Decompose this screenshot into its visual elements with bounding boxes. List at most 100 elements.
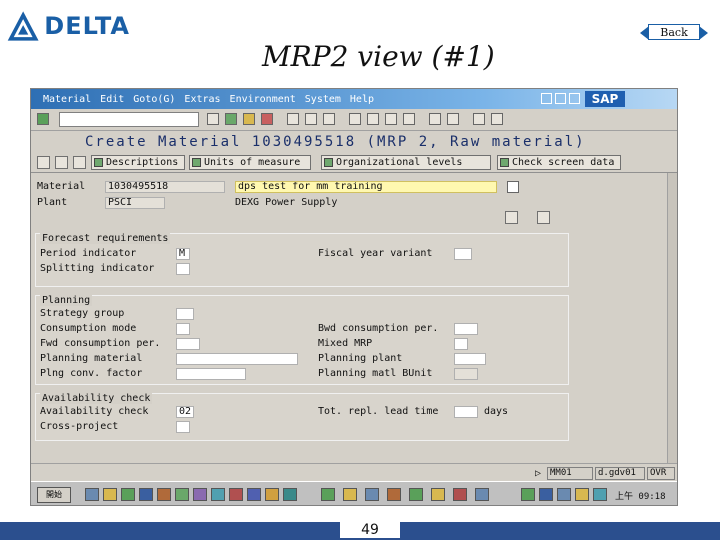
- taskbar-app-icon-1[interactable]: [85, 488, 99, 501]
- status-server: d.gdv01: [595, 467, 645, 480]
- window-controls: [541, 93, 580, 104]
- enter-icon[interactable]: [37, 113, 49, 125]
- descriptions-button[interactable]: Descriptions: [91, 155, 185, 170]
- taskbar-task-icon-8[interactable]: [475, 488, 489, 501]
- planning-plant-field[interactable]: [454, 353, 486, 365]
- planning-section: Planning Strategy group Consumption mode…: [35, 295, 569, 385]
- availability-title: Availability check: [40, 393, 153, 404]
- long-text-icon[interactable]: [507, 181, 519, 193]
- taskbar-task-icon-2[interactable]: [343, 488, 357, 501]
- taskbar-app-icon-8[interactable]: [211, 488, 225, 501]
- first-page-icon[interactable]: [349, 113, 361, 125]
- cross-project-field[interactable]: [176, 421, 190, 433]
- tray-icon-2[interactable]: [539, 488, 553, 501]
- period-indicator-field[interactable]: M: [176, 248, 190, 260]
- vertical-scrollbar[interactable]: [667, 173, 677, 463]
- next-page-icon[interactable]: [385, 113, 397, 125]
- plng-conv-factor-field[interactable]: [176, 368, 246, 380]
- menu-system[interactable]: System: [305, 94, 341, 105]
- splitting-indicator-label: Splitting indicator: [40, 263, 155, 274]
- material-description-field: dps test for mm training: [235, 181, 497, 193]
- page-number: 49: [340, 522, 400, 538]
- taskbar-task-icon-1[interactable]: [321, 488, 335, 501]
- back-button[interactable]: Back: [640, 24, 708, 40]
- shortcut-icon[interactable]: [447, 113, 459, 125]
- cancel-icon[interactable]: [261, 113, 273, 125]
- fiscal-year-label: Fiscal year variant: [318, 248, 433, 259]
- exit-icon[interactable]: [243, 113, 255, 125]
- taskbar-app-icon-6[interactable]: [175, 488, 189, 501]
- availability-check-field[interactable]: 02: [176, 406, 194, 418]
- tray-icon-1[interactable]: [521, 488, 535, 501]
- menu-edit[interactable]: Edit: [100, 94, 124, 105]
- org-levels-button[interactable]: Organizational levels: [321, 155, 491, 170]
- taskbar-app-icon-4[interactable]: [139, 488, 153, 501]
- taskbar-app-icon-9[interactable]: [229, 488, 243, 501]
- find-next-icon[interactable]: [323, 113, 335, 125]
- find-icon[interactable]: [305, 113, 317, 125]
- bwd-consumption-field[interactable]: [454, 323, 478, 335]
- glasses-icon[interactable]: [505, 211, 518, 224]
- menu-help[interactable]: Help: [350, 94, 374, 105]
- views-icon[interactable]: [73, 156, 86, 169]
- taskbar-task-icon-4[interactable]: [387, 488, 401, 501]
- fwd-consumption-field[interactable]: [176, 338, 200, 350]
- screen-title: Create Material 1030495518 (MRP 2, Raw m…: [85, 134, 586, 150]
- new-session-icon[interactable]: [429, 113, 441, 125]
- check-screen-data-button[interactable]: Check screen data: [497, 155, 621, 170]
- close-icon[interactable]: [569, 93, 580, 104]
- menu-environment[interactable]: Environment: [230, 94, 296, 105]
- tot-repl-lead-time-field[interactable]: [454, 406, 478, 418]
- additional-data-icon[interactable]: [37, 156, 50, 169]
- minimize-icon[interactable]: [541, 93, 552, 104]
- taskbar-task-icon-3[interactable]: [365, 488, 379, 501]
- layout-icon[interactable]: [491, 113, 503, 125]
- taskbar-app-icon-7[interactable]: [193, 488, 207, 501]
- menu-goto[interactable]: Goto(G): [133, 94, 175, 105]
- taskbar-app-icon-3[interactable]: [121, 488, 135, 501]
- delta-logo: DELTA: [6, 6, 130, 46]
- taskbar-task-icon-5[interactable]: [409, 488, 423, 501]
- taskbar-app-icon-5[interactable]: [157, 488, 171, 501]
- taskbar-app-icon-10[interactable]: [247, 488, 261, 501]
- maximize-icon[interactable]: [555, 93, 566, 104]
- consumption-mode-field[interactable]: [176, 323, 190, 335]
- last-page-icon[interactable]: [403, 113, 415, 125]
- menu-material[interactable]: Material: [43, 94, 91, 105]
- fiscal-year-field[interactable]: [454, 248, 472, 260]
- command-field[interactable]: [59, 112, 199, 127]
- sap-window: Material Edit Goto(G) Extras Environment…: [30, 88, 678, 506]
- plant-label: Plant: [37, 197, 68, 208]
- application-toolbar: Descriptions Units of measure Organizati…: [31, 153, 677, 173]
- status-arrow-icon[interactable]: ▷: [535, 468, 541, 479]
- units-of-measure-button[interactable]: Units of measure: [189, 155, 311, 170]
- help-icon[interactable]: [473, 113, 485, 125]
- taskbar-task-icon-7[interactable]: [453, 488, 467, 501]
- print-icon[interactable]: [287, 113, 299, 125]
- delta-triangle-icon: [7, 11, 39, 41]
- planning-title: Planning: [40, 295, 93, 306]
- strategy-group-field[interactable]: [176, 308, 194, 320]
- tray-icon-5[interactable]: [593, 488, 607, 501]
- org-levels-label: Organizational levels: [336, 157, 463, 168]
- taskbar-app-icon-11[interactable]: [265, 488, 279, 501]
- mixed-mrp-field[interactable]: [454, 338, 468, 350]
- taskbar: 開始 上午 09:18: [31, 481, 677, 505]
- splitting-indicator-field[interactable]: [176, 263, 190, 275]
- period-indicator-label: Period indicator: [40, 248, 137, 259]
- new-document-icon[interactable]: [537, 211, 550, 224]
- org-data-icon[interactable]: [55, 156, 68, 169]
- taskbar-task-icon-6[interactable]: [431, 488, 445, 501]
- taskbar-app-icon-12[interactable]: [283, 488, 297, 501]
- tray-icon-3[interactable]: [557, 488, 571, 501]
- taskbar-app-icon-2[interactable]: [103, 488, 117, 501]
- start-button[interactable]: 開始: [37, 487, 71, 503]
- consumption-mode-label: Consumption mode: [40, 323, 137, 334]
- previous-page-icon[interactable]: [367, 113, 379, 125]
- menu-extras[interactable]: Extras: [184, 94, 220, 105]
- back-icon[interactable]: [225, 113, 237, 125]
- save-icon[interactable]: [207, 113, 219, 125]
- planning-material-field[interactable]: [176, 353, 298, 365]
- tray-icon-4[interactable]: [575, 488, 589, 501]
- status-mode[interactable]: OVR: [647, 467, 675, 480]
